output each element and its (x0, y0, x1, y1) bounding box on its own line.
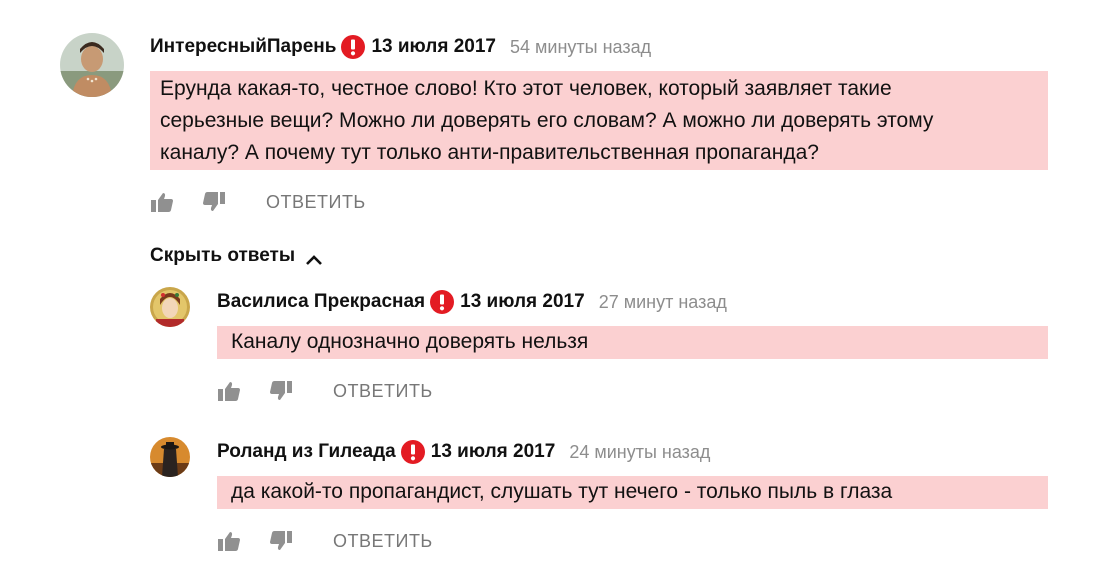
thumbs-down-icon[interactable] (269, 529, 293, 553)
man-portrait-icon (60, 33, 124, 97)
reply-date: 13 июля 2017 (460, 291, 585, 312)
thumbs-up-icon[interactable] (150, 190, 174, 214)
reply-time-ago[interactable]: 24 минуты назад (569, 442, 710, 463)
reply-time-ago[interactable]: 27 минут назад (599, 292, 727, 313)
avatar[interactable] (150, 437, 190, 477)
alert-icon (430, 290, 455, 314)
reply-text: Каналу однозначно доверять нельзя (217, 326, 1048, 359)
woman-portrait-icon (150, 287, 190, 327)
thumbs-down-icon[interactable] (269, 379, 293, 403)
reply-header: Роланд из Гилеада 13 июля 2017 24 минуты… (217, 440, 710, 464)
comment-text: Ерунда какая-то, честное слово! Кто этот… (150, 71, 1048, 170)
thumbs-up-icon[interactable] (217, 379, 241, 403)
comment-date: 13 июля 2017 (371, 36, 496, 57)
reply-actions: ОТВЕТИТЬ (217, 529, 433, 553)
hide-replies-label: Скрыть ответы (150, 245, 296, 266)
comment-text-line: серьезные вещи? Можно ли доверять его сл… (160, 109, 934, 132)
chevron-up-icon (305, 250, 323, 265)
reply-text: да какой-то пропагандист, слушать тут не… (217, 476, 1048, 509)
author-name[interactable]: ИнтересныйПарень (150, 36, 336, 58)
reply-item: Роланд из Гилеада 13 июля 2017 24 минуты… (0, 430, 1103, 570)
reply-header: Василиса Прекрасная 13 июля 2017 27 мину… (217, 290, 727, 314)
gunslinger-icon (150, 437, 190, 477)
thumbs-down-icon[interactable] (202, 190, 226, 214)
reply-button[interactable]: ОТВЕТИТЬ (333, 381, 433, 402)
thumbs-up-icon[interactable] (217, 529, 241, 553)
comment-text-line: каналу? А почему тут только анти-правите… (160, 141, 819, 164)
comment-item: ИнтересныйПарень 13 июля 2017 54 минуты … (0, 0, 1103, 230)
reply-date: 13 июля 2017 (430, 441, 556, 462)
reply-button[interactable]: ОТВЕТИТЬ (266, 192, 366, 213)
alert-icon (341, 35, 366, 59)
reply-button[interactable]: ОТВЕТИТЬ (333, 531, 433, 552)
author-name[interactable]: Роланд из Гилеада (217, 441, 396, 463)
reply-item: Василиса Прекрасная 13 июля 2017 27 мину… (0, 280, 1103, 420)
comment-actions: ОТВЕТИТЬ (150, 190, 366, 214)
reply-actions: ОТВЕТИТЬ (217, 379, 433, 403)
comment-text-line: Ерунда какая-то, честное слово! Кто этот… (160, 77, 892, 100)
avatar[interactable] (60, 33, 124, 97)
avatar[interactable] (150, 287, 190, 327)
comment-header: ИнтересныйПарень 13 июля 2017 54 минуты … (150, 35, 651, 59)
alert-icon (400, 440, 425, 464)
comment-time-ago[interactable]: 54 минуты назад (510, 37, 651, 58)
hide-replies-button[interactable]: Скрыть ответы (150, 245, 323, 267)
author-name[interactable]: Василиса Прекрасная (217, 291, 425, 313)
